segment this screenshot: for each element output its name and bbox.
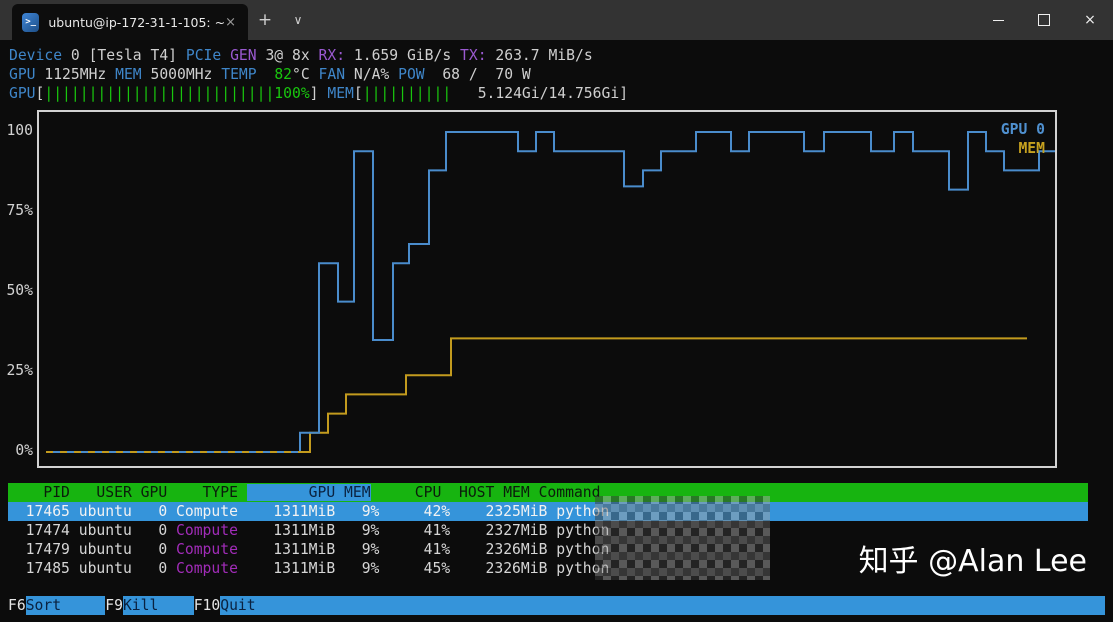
- text-segment: Device: [9, 47, 63, 64]
- fkey-action[interactable]: Quit: [220, 596, 1105, 615]
- chart-plot-area: [46, 131, 1055, 453]
- text-segment: 100%: [274, 85, 310, 102]
- close-button[interactable]: ×: [1067, 0, 1113, 40]
- process-cell-text: 17465 ubuntu 0 Compute 1311MiB 9% 42% 23…: [8, 503, 610, 520]
- fkey-label[interactable]: F10: [193, 596, 221, 615]
- text-segment: 68 / 70 W: [424, 66, 531, 83]
- text-segment: [221, 47, 230, 64]
- device-info-line: Device 0 [Tesla T4] PCIe GEN 3@ 8x RX: 1…: [0, 46, 628, 65]
- series-mem: [46, 337, 1027, 453]
- fkey-label[interactable]: F6: [8, 596, 26, 615]
- process-row[interactable]: 17465 ubuntu 0 Compute 1311MiB 9% 42% 23…: [8, 502, 1088, 521]
- fkey-label[interactable]: F9: [105, 596, 123, 615]
- tab-dropdown-button[interactable]: ∨: [283, 0, 313, 40]
- series-gpu-0: [46, 131, 1055, 453]
- legend-gpu0: GPU 0: [1000, 121, 1045, 138]
- y-tick-label: 50%: [6, 281, 33, 299]
- text-segment: 1.659 GiB/s: [345, 47, 461, 64]
- terminal-tab[interactable]: >_ ubuntu@ip-172-31-1-105: ~ ×: [12, 4, 248, 40]
- text-segment: 263.7 MiB/s: [486, 47, 593, 64]
- y-tick-label: 0%: [15, 441, 33, 459]
- process-table-header[interactable]: PID USER GPU TYPE GPU MEM CPU HOST MEM C…: [8, 483, 1088, 502]
- clock-temp-power-line: GPU 1125MHz MEM 5000MHz TEMP 82°C FAN N/…: [0, 65, 628, 84]
- text-segment: ]: [309, 85, 328, 102]
- legend-mem: MEM: [1018, 140, 1045, 157]
- minimize-button[interactable]: [975, 0, 1021, 40]
- process-cell-text: Compute: [176, 560, 238, 577]
- process-cell-text: 17479 ubuntu 0: [8, 541, 177, 558]
- process-cell-text: Compute: [176, 522, 238, 539]
- process-cell-text: 17474 ubuntu 0: [8, 522, 177, 539]
- text-segment: 0 [Tesla T4]: [62, 47, 186, 64]
- text-segment: N/A%: [345, 66, 399, 83]
- text-segment: 5000MHz: [141, 66, 222, 83]
- text-segment: CPU HOST MEM Command: [370, 484, 601, 501]
- text-segment: PCIe: [185, 47, 222, 64]
- text-segment: ||||||||||||||||||||||||||: [44, 85, 275, 102]
- text-segment: GEN: [230, 47, 257, 64]
- text-segment: ]: [619, 85, 629, 102]
- text-segment: MEM: [327, 85, 354, 102]
- y-tick-label: 25%: [6, 361, 33, 379]
- process-cell-text: 1311MiB 9% 41% 2326MiB python: [237, 541, 610, 558]
- text-segment: GPU: [9, 66, 36, 83]
- new-tab-button[interactable]: +: [250, 0, 280, 40]
- terminal-body: Device 0 [Tesla T4] PCIe GEN 3@ 8x RX: 1…: [0, 40, 1113, 622]
- process-cell-text: 1311MiB 9% 45% 2326MiB python: [237, 560, 610, 577]
- tab-title: ubuntu@ip-172-31-1-105: ~: [48, 14, 226, 30]
- window-titlebar: >_ ubuntu@ip-172-31-1-105: ~ × + ∨ ×: [0, 0, 1113, 40]
- text-segment: POW: [398, 66, 425, 83]
- text-segment: [: [353, 85, 363, 102]
- text-segment: 5.124Gi/14.756Gi: [451, 85, 620, 102]
- fkey-action[interactable]: Kill: [122, 596, 194, 615]
- text-segment: RX:: [318, 47, 346, 64]
- process-cell-text: 17485 ubuntu 0: [8, 560, 177, 577]
- tab-close-icon[interactable]: ×: [225, 15, 236, 30]
- text-segment: MEM: [115, 66, 142, 83]
- powershell-icon: >_: [22, 12, 40, 32]
- text-segment: TEMP: [221, 66, 257, 83]
- gpu-info-block: Device 0 [Tesla T4] PCIe GEN 3@ 8x RX: 1…: [0, 46, 628, 103]
- gpu-mem-gauge-line: GPU[||||||||||||||||||||||||||100%] MEM[…: [0, 84, 628, 103]
- terminal-window: >_ ubuntu@ip-172-31-1-105: ~ × + ∨ × Dev…: [0, 0, 1113, 622]
- process-cell-text: 1311MiB 9% 41% 2327MiB python: [237, 522, 610, 539]
- text-segment: FAN: [318, 66, 346, 83]
- utilization-chart: GPU 0 MEM: [37, 110, 1057, 468]
- text-segment: °C: [292, 66, 319, 83]
- process-cell-text: Compute: [176, 541, 238, 558]
- fkey-action[interactable]: Sort: [25, 596, 106, 615]
- y-tick-label: 100: [6, 121, 33, 139]
- censored-command-blur: [595, 496, 770, 580]
- text-segment: [257, 66, 275, 83]
- text-segment: TX:: [460, 47, 487, 64]
- y-tick-label: 75%: [6, 201, 33, 219]
- text-segment: ||||||||||: [362, 85, 452, 102]
- watermark-text: 知乎 @Alan Lee: [858, 544, 1087, 579]
- text-segment: PID USER GPU TYPE: [8, 484, 247, 501]
- text-segment: GPU MEM: [246, 484, 371, 501]
- function-key-bar: F6 Sort F9 Kill F10 Quit: [8, 596, 1105, 615]
- maximize-button[interactable]: [1021, 0, 1067, 40]
- text-segment: 1125MHz: [35, 66, 116, 83]
- process-row[interactable]: 17474 ubuntu 0 Compute 1311MiB 9% 41% 23…: [8, 521, 1088, 540]
- text-segment: 82: [274, 66, 292, 83]
- text-segment: GPU: [9, 85, 36, 102]
- text-segment: 3@ 8x: [256, 47, 319, 64]
